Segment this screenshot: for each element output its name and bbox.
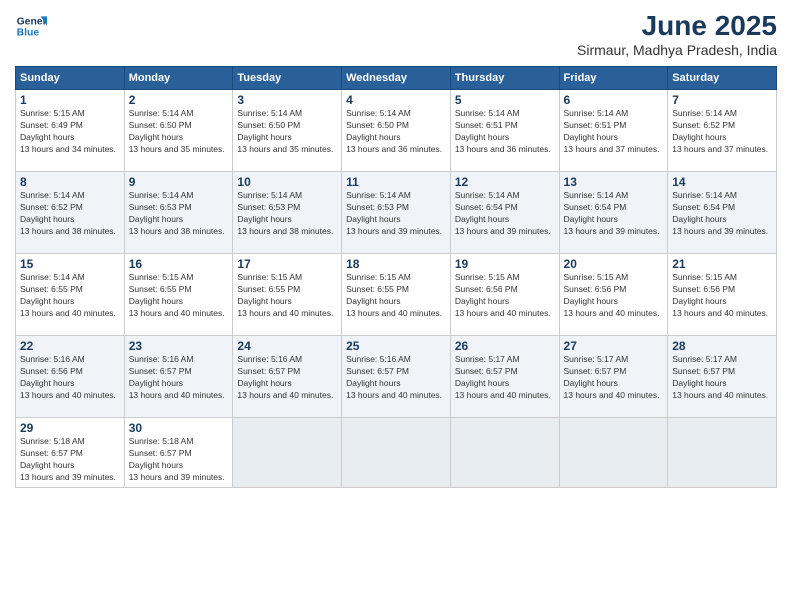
table-row <box>342 418 451 488</box>
table-row: 28 Sunrise: 5:17 AMSunset: 6:57 PMDaylig… <box>668 336 777 418</box>
table-row <box>668 418 777 488</box>
table-row <box>450 418 559 488</box>
table-row: 25 Sunrise: 5:16 AMSunset: 6:57 PMDaylig… <box>342 336 451 418</box>
month-title: June 2025 <box>577 10 777 42</box>
col-monday: Monday <box>124 67 233 90</box>
table-row <box>233 418 342 488</box>
table-row: 27 Sunrise: 5:17 AMSunset: 6:57 PMDaylig… <box>559 336 668 418</box>
page: General Blue June 2025 Sirmaur, Madhya P… <box>0 0 792 612</box>
table-row: 6 Sunrise: 5:14 AMSunset: 6:51 PMDayligh… <box>559 90 668 172</box>
table-row: 8 Sunrise: 5:14 AMSunset: 6:52 PMDayligh… <box>16 172 125 254</box>
table-row: 3 Sunrise: 5:14 AMSunset: 6:50 PMDayligh… <box>233 90 342 172</box>
table-row: 21 Sunrise: 5:15 AMSunset: 6:56 PMDaylig… <box>668 254 777 336</box>
table-row: 15 Sunrise: 5:14 AMSunset: 6:55 PMDaylig… <box>16 254 125 336</box>
table-row <box>559 418 668 488</box>
svg-text:Blue: Blue <box>17 28 40 39</box>
table-row: 24 Sunrise: 5:16 AMSunset: 6:57 PMDaylig… <box>233 336 342 418</box>
table-row: 2 Sunrise: 5:14 AMSunset: 6:50 PMDayligh… <box>124 90 233 172</box>
table-row: 1 Sunrise: 5:15 AMSunset: 6:49 PMDayligh… <box>16 90 125 172</box>
header: General Blue June 2025 Sirmaur, Madhya P… <box>15 10 777 58</box>
logo-icon: General Blue <box>15 10 47 42</box>
table-row: 19 Sunrise: 5:15 AMSunset: 6:56 PMDaylig… <box>450 254 559 336</box>
calendar: Sunday Monday Tuesday Wednesday Thursday… <box>15 66 777 488</box>
col-tuesday: Tuesday <box>233 67 342 90</box>
col-saturday: Saturday <box>668 67 777 90</box>
table-row: 7 Sunrise: 5:14 AMSunset: 6:52 PMDayligh… <box>668 90 777 172</box>
col-friday: Friday <box>559 67 668 90</box>
table-row: 18 Sunrise: 5:15 AMSunset: 6:55 PMDaylig… <box>342 254 451 336</box>
table-row: 23 Sunrise: 5:16 AMSunset: 6:57 PMDaylig… <box>124 336 233 418</box>
table-row: 10 Sunrise: 5:14 AMSunset: 6:53 PMDaylig… <box>233 172 342 254</box>
table-row: 17 Sunrise: 5:15 AMSunset: 6:55 PMDaylig… <box>233 254 342 336</box>
table-row: 4 Sunrise: 5:14 AMSunset: 6:50 PMDayligh… <box>342 90 451 172</box>
table-row: 29 Sunrise: 5:18 AMSunset: 6:57 PMDaylig… <box>16 418 125 488</box>
table-row: 14 Sunrise: 5:14 AMSunset: 6:54 PMDaylig… <box>668 172 777 254</box>
table-row: 12 Sunrise: 5:14 AMSunset: 6:54 PMDaylig… <box>450 172 559 254</box>
table-row: 30 Sunrise: 5:18 AMSunset: 6:57 PMDaylig… <box>124 418 233 488</box>
col-sunday: Sunday <box>16 67 125 90</box>
table-row: 22 Sunrise: 5:16 AMSunset: 6:56 PMDaylig… <box>16 336 125 418</box>
col-wednesday: Wednesday <box>342 67 451 90</box>
col-thursday: Thursday <box>450 67 559 90</box>
title-block: June 2025 Sirmaur, Madhya Pradesh, India <box>577 10 777 58</box>
table-row: 13 Sunrise: 5:14 AMSunset: 6:54 PMDaylig… <box>559 172 668 254</box>
table-row: 26 Sunrise: 5:17 AMSunset: 6:57 PMDaylig… <box>450 336 559 418</box>
table-row: 9 Sunrise: 5:14 AMSunset: 6:53 PMDayligh… <box>124 172 233 254</box>
table-row: 11 Sunrise: 5:14 AMSunset: 6:53 PMDaylig… <box>342 172 451 254</box>
table-row: 16 Sunrise: 5:15 AMSunset: 6:55 PMDaylig… <box>124 254 233 336</box>
header-row: Sunday Monday Tuesday Wednesday Thursday… <box>16 67 777 90</box>
table-row: 5 Sunrise: 5:14 AMSunset: 6:51 PMDayligh… <box>450 90 559 172</box>
table-row: 20 Sunrise: 5:15 AMSunset: 6:56 PMDaylig… <box>559 254 668 336</box>
subtitle: Sirmaur, Madhya Pradesh, India <box>577 42 777 58</box>
logo: General Blue <box>15 10 47 42</box>
